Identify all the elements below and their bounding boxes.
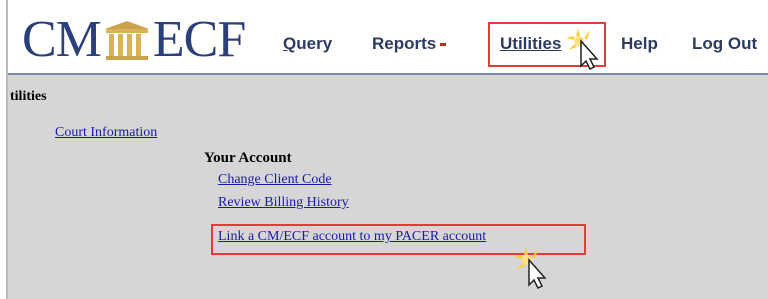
cmecf-logo: CM ECF xyxy=(22,11,246,68)
your-account-heading: Your Account xyxy=(204,150,292,166)
menu-query[interactable]: Query xyxy=(283,34,332,54)
menu-help[interactable]: Help xyxy=(621,34,658,54)
click-cursor-icon xyxy=(514,247,547,289)
menu-query-label: uery xyxy=(296,34,333,53)
dropdown-arrow-icon xyxy=(440,43,447,47)
logo-text-left: CM xyxy=(22,11,102,68)
menu-query-accesskey: Q xyxy=(283,34,297,53)
courthouse-pillars-icon xyxy=(104,21,149,60)
review-billing-history-link[interactable]: Review Billing History xyxy=(218,195,349,211)
menu-reports-label: Reports xyxy=(372,34,437,53)
utilities-page: tilities Court Information Your Account … xyxy=(8,75,768,299)
menu-reports[interactable]: Reports xyxy=(372,34,447,54)
click-cursor-icon xyxy=(566,28,599,70)
cmecf-header: CM ECF Query Reports Utilities Help Log … xyxy=(8,0,768,74)
logo-text-right: ECF xyxy=(152,11,246,68)
court-information-link[interactable]: Court Information xyxy=(55,125,157,141)
page-title: tilities xyxy=(10,89,47,104)
change-client-code-link[interactable]: Change Client Code xyxy=(218,172,332,188)
menu-logout[interactable]: Log Out xyxy=(692,34,757,54)
browser-frame: CM ECF Query Reports Utilities Help Log … xyxy=(6,0,768,299)
